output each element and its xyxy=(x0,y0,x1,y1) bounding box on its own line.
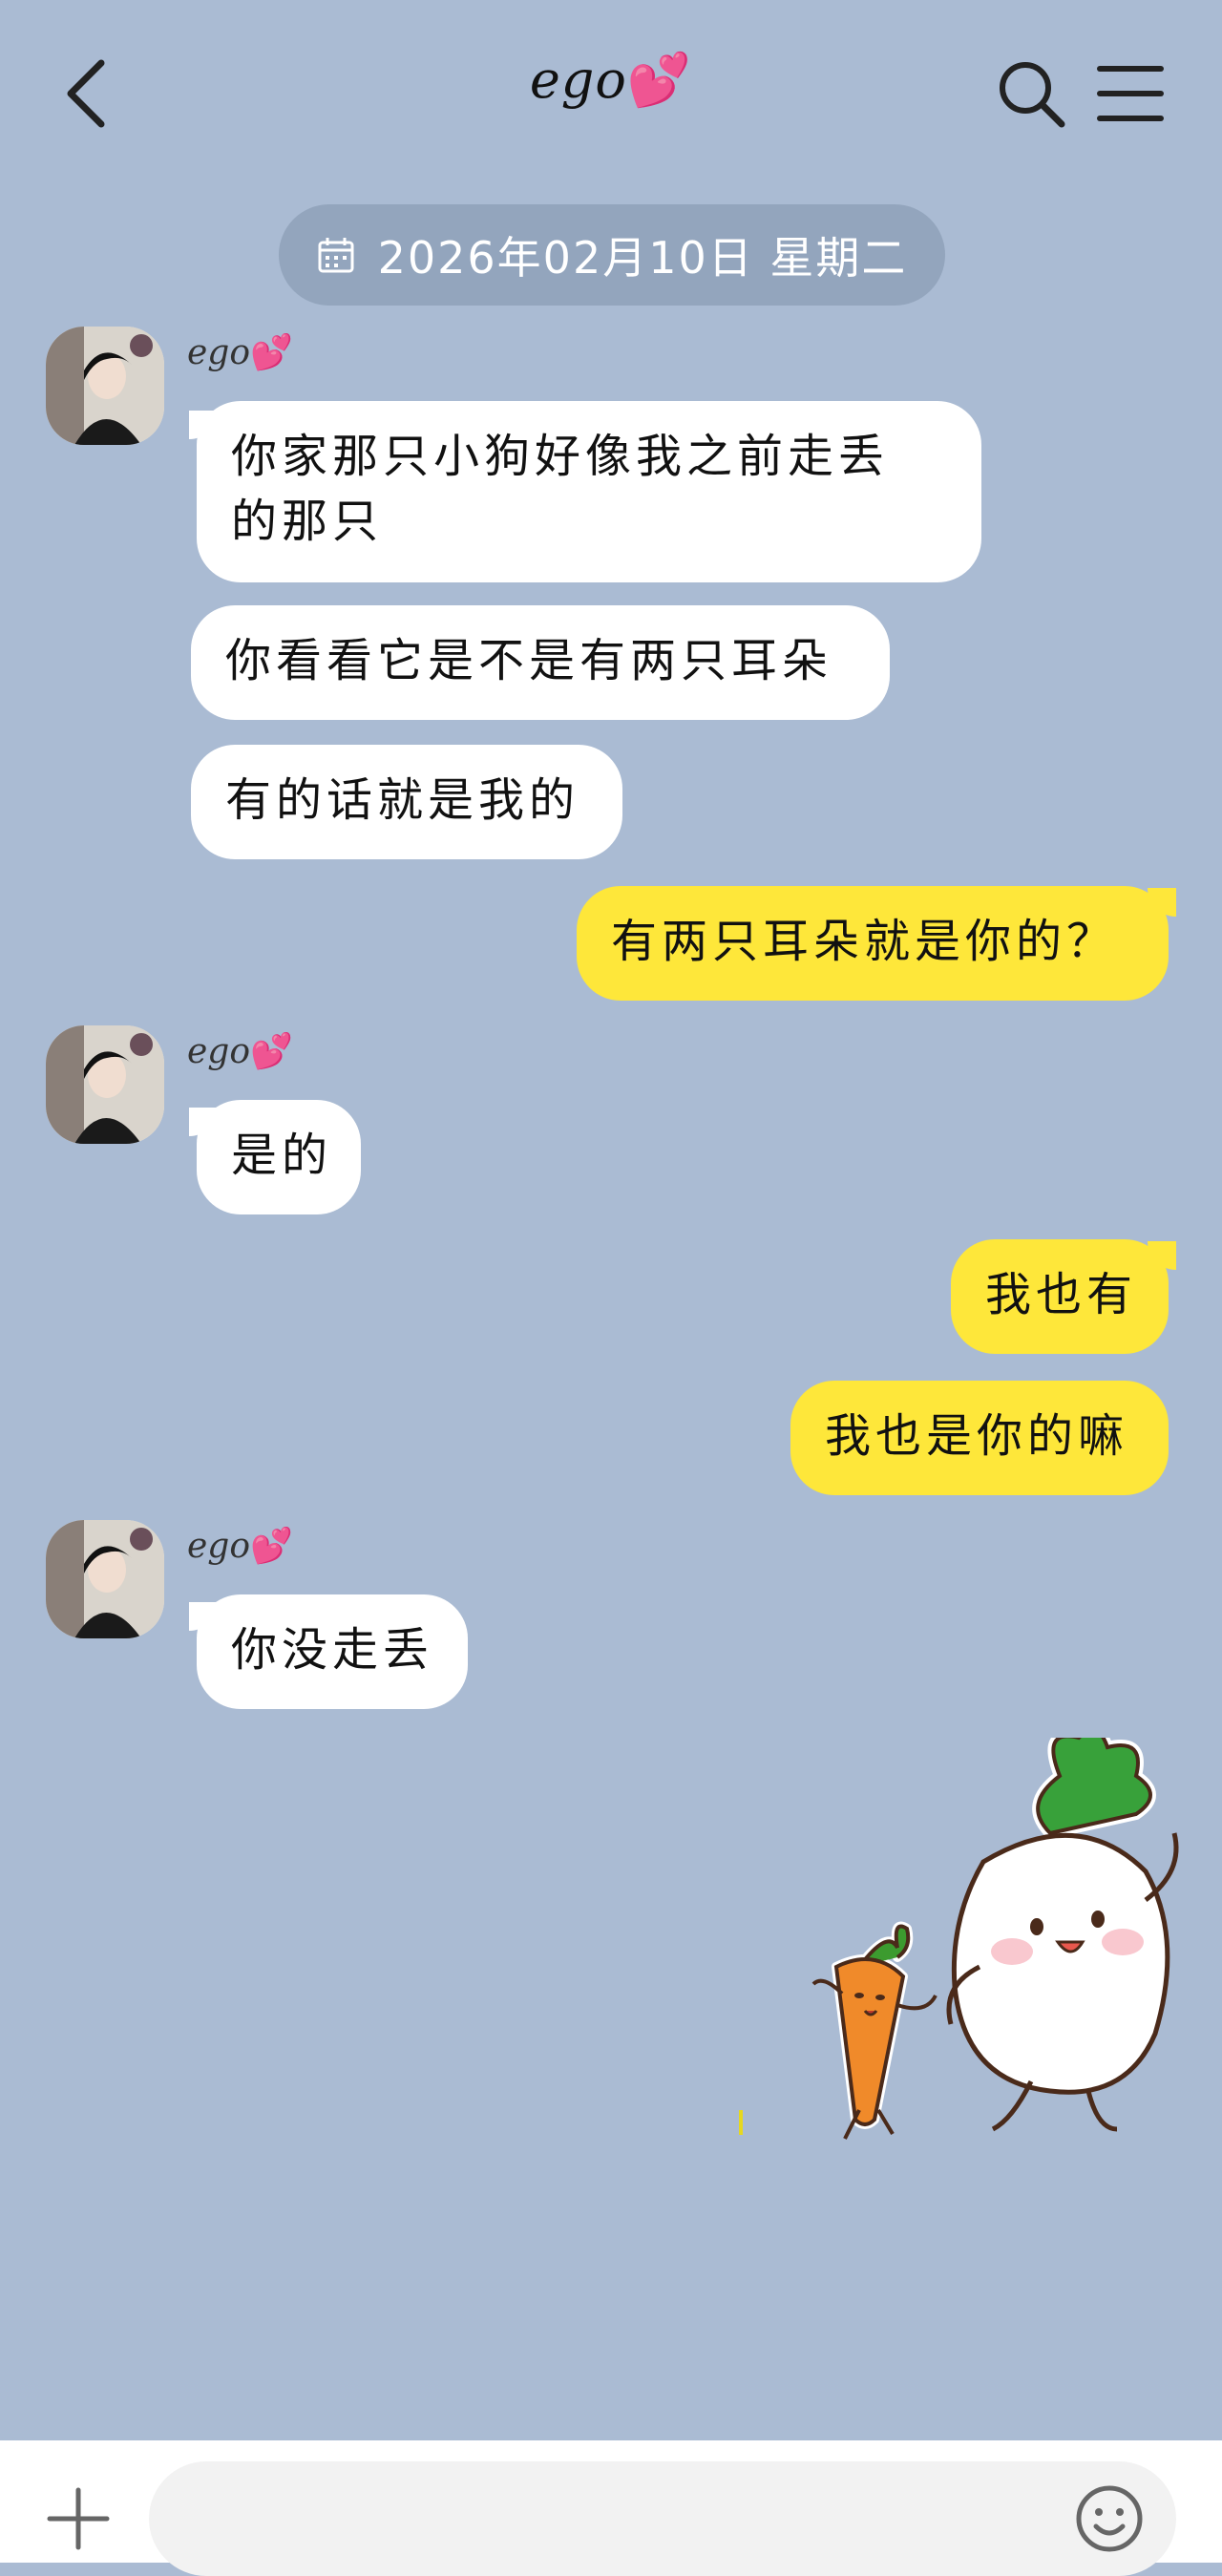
contact-avatar[interactable] xyxy=(46,1025,164,1144)
message-bubble-incoming[interactable]: 是的 xyxy=(197,1100,361,1214)
date-separator: 2026年02月10日 星期二 xyxy=(279,204,945,306)
avatar-photo xyxy=(46,1025,164,1144)
smiley-icon xyxy=(1076,2485,1143,2552)
heart-icon: 💕 xyxy=(626,50,693,110)
message-bubble-outgoing[interactable]: 我也有 xyxy=(951,1239,1169,1354)
sticker-image xyxy=(811,1724,1179,2140)
heart-icon: 💕 xyxy=(250,333,293,372)
sender-name: ego💕 xyxy=(187,1032,293,1071)
sender-name: ego💕 xyxy=(187,333,293,372)
avatar-photo xyxy=(46,1520,164,1638)
message-text: 我也有 xyxy=(985,1268,1138,1321)
emoji-button[interactable] xyxy=(1071,2481,1148,2557)
heart-icon: 💕 xyxy=(250,1527,293,1566)
calendar-icon xyxy=(318,238,354,273)
hamburger-menu-icon xyxy=(1097,66,1164,121)
add-attachment-button[interactable] xyxy=(40,2481,116,2557)
message-text: 有的话就是我的 xyxy=(225,773,580,827)
message-text-line: 的那只 xyxy=(231,495,384,548)
message-bubble-incoming[interactable]: 有的话就是我的 xyxy=(191,745,622,859)
message-text: 你看看它是不是有两只耳朵 xyxy=(225,634,833,687)
plus-icon xyxy=(47,2487,110,2550)
message-text: 你没走丢 xyxy=(231,1623,434,1677)
contact-avatar[interactable] xyxy=(46,1520,164,1638)
search-button[interactable] xyxy=(993,55,1069,132)
message-bubble-incoming[interactable]: 你没走丢 xyxy=(197,1594,468,1709)
search-icon xyxy=(1000,62,1065,128)
sender-name: ego💕 xyxy=(187,1527,293,1566)
message-text: 我也是你的嘛 xyxy=(825,1409,1129,1463)
message-text: 有两只耳朵就是你的？ xyxy=(611,915,1118,968)
menu-button[interactable] xyxy=(1092,57,1169,130)
heart-icon: 💕 xyxy=(250,1032,293,1071)
radish-and-carrot-sticker[interactable] xyxy=(754,1724,1193,2158)
date-text: 2026年02月10日 星期二 xyxy=(377,232,908,284)
chat-title-text: ego xyxy=(529,50,627,110)
message-text: 是的 xyxy=(231,1129,333,1182)
typing-cursor xyxy=(739,2110,743,2135)
message-bubble-outgoing[interactable]: 有两只耳朵就是你的？ xyxy=(577,886,1169,1001)
avatar-photo xyxy=(46,327,164,445)
chat-header: ego💕 xyxy=(0,0,1222,181)
message-bubble-outgoing[interactable]: 我也是你的嘛 xyxy=(790,1381,1169,1495)
message-bubble-incoming[interactable]: 你看看它是不是有两只耳朵 xyxy=(191,605,890,720)
contact-avatar[interactable] xyxy=(46,327,164,445)
message-input[interactable] xyxy=(149,2461,1176,2576)
message-text-line: 你家那只小狗好像我之前走丢 xyxy=(231,430,890,483)
message-bubble-incoming[interactable]: 你家那只小狗好像我之前走丢 的那只 xyxy=(197,401,981,582)
